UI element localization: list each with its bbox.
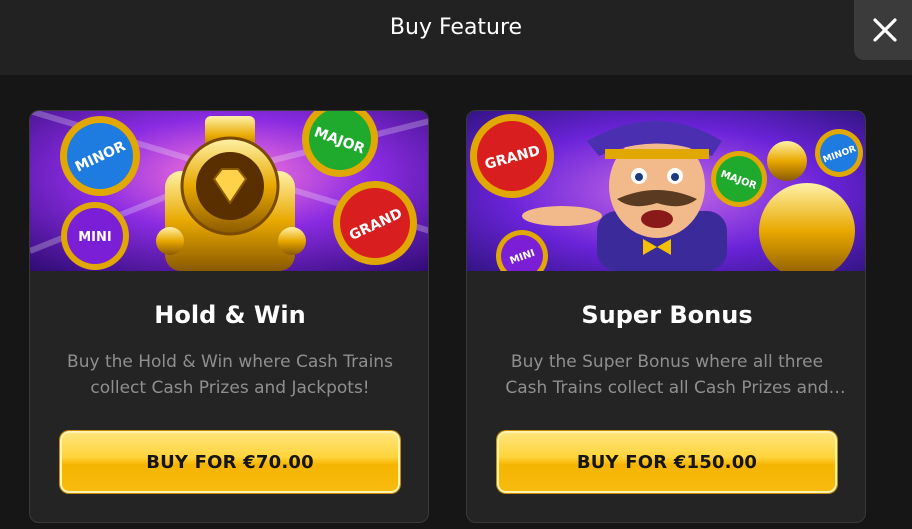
card-description: Buy the Super Bonus where all three Cash… xyxy=(505,352,829,398)
minor-badge: MINOR xyxy=(60,116,140,196)
buy-hold-and-win-button[interactable]: BUY FOR €70.00 xyxy=(60,431,400,493)
buy-super-bonus-button[interactable]: BUY FOR €150.00 xyxy=(497,431,837,493)
grand-badge: GRAND xyxy=(333,181,417,265)
card-description: Buy the Hold & Win where Cash Trains col… xyxy=(67,352,393,398)
feature-card-super-bonus: GRAND MAJOR MINOR MINI Super Bonus Buy t… xyxy=(466,110,866,523)
major-badge: MAJOR xyxy=(711,151,767,207)
dialog-header: Buy Feature xyxy=(0,0,912,75)
close-icon xyxy=(873,18,897,42)
super-bonus-artwork: GRAND MAJOR MINOR MINI xyxy=(467,111,865,271)
grand-badge: GRAND xyxy=(470,114,554,198)
dialog-title: Buy Feature xyxy=(389,15,523,40)
svg-text:MINI: MINI xyxy=(78,230,112,245)
feature-card-hold-and-win: MINOR MAJOR MINI GRAND Hold & Win Buy th… xyxy=(29,110,429,523)
feature-cards: MINOR MAJOR MINI GRAND Hold & Win Buy th… xyxy=(0,110,912,525)
card-title: Super Bonus xyxy=(581,301,753,329)
card-title: Hold & Win xyxy=(154,301,306,329)
minor-badge: MINOR xyxy=(815,129,863,177)
mini-badge: MINI xyxy=(61,202,129,270)
close-button[interactable] xyxy=(854,0,912,60)
hold-and-win-artwork: MINOR MAJOR MINI GRAND xyxy=(30,111,428,271)
